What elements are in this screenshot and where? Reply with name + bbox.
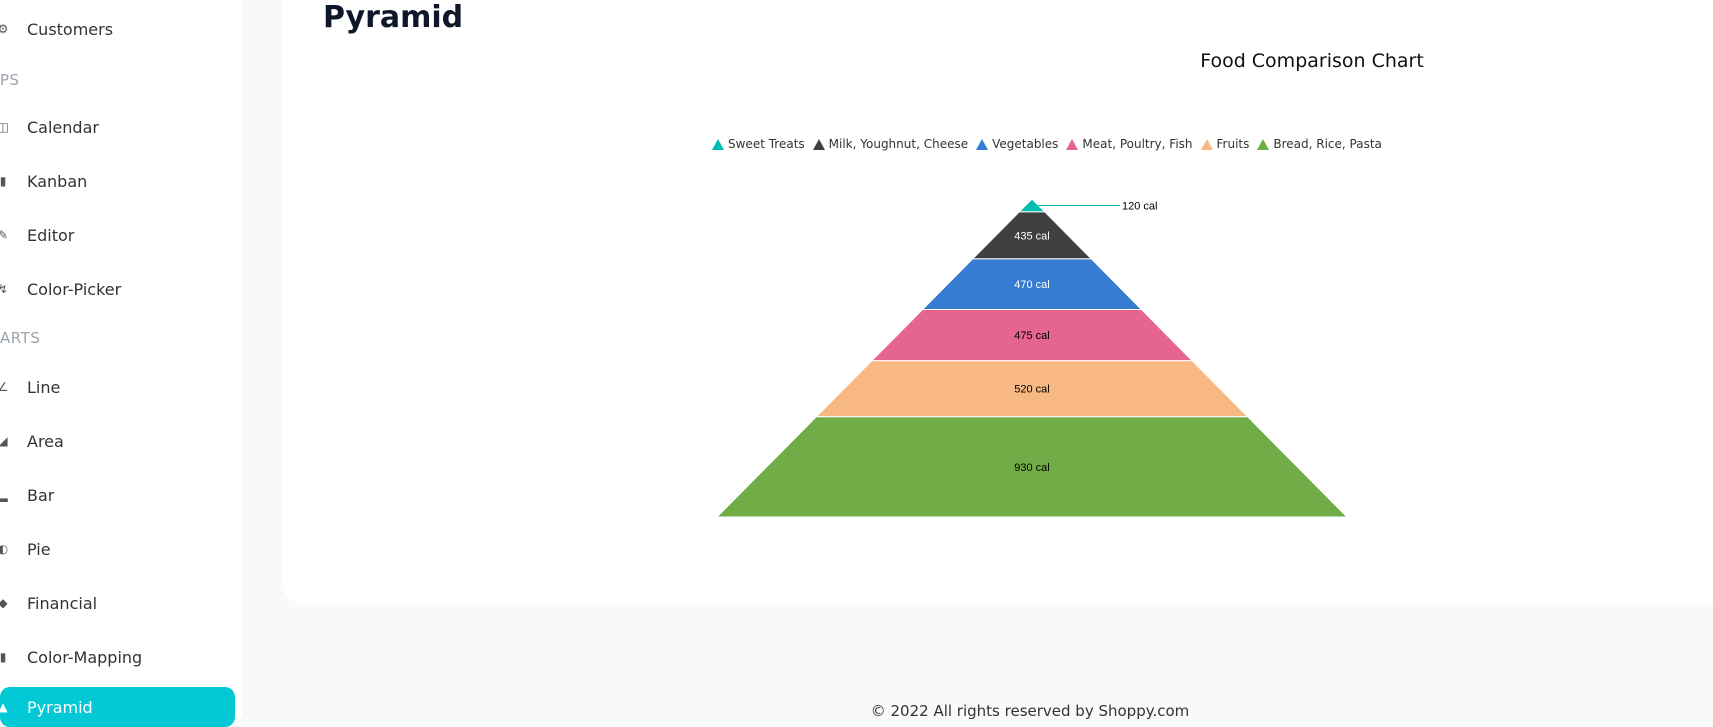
- data-label: 120 cal: [1122, 200, 1157, 212]
- data-label: 930 cal: [1014, 462, 1049, 474]
- data-label: 475 cal: [1014, 330, 1049, 342]
- data-label: 470 cal: [1014, 279, 1049, 291]
- pyramid-chart: 120 cal 435 cal 470 cal 475 cal 520 cal 930 c…: [715, 198, 1349, 518]
- footer-text: © 2022 All rights reserved by Shoppy.com: [870, 702, 1190, 720]
- data-label: 520 cal: [1014, 384, 1049, 396]
- data-label: 435 cal: [1014, 230, 1049, 242]
